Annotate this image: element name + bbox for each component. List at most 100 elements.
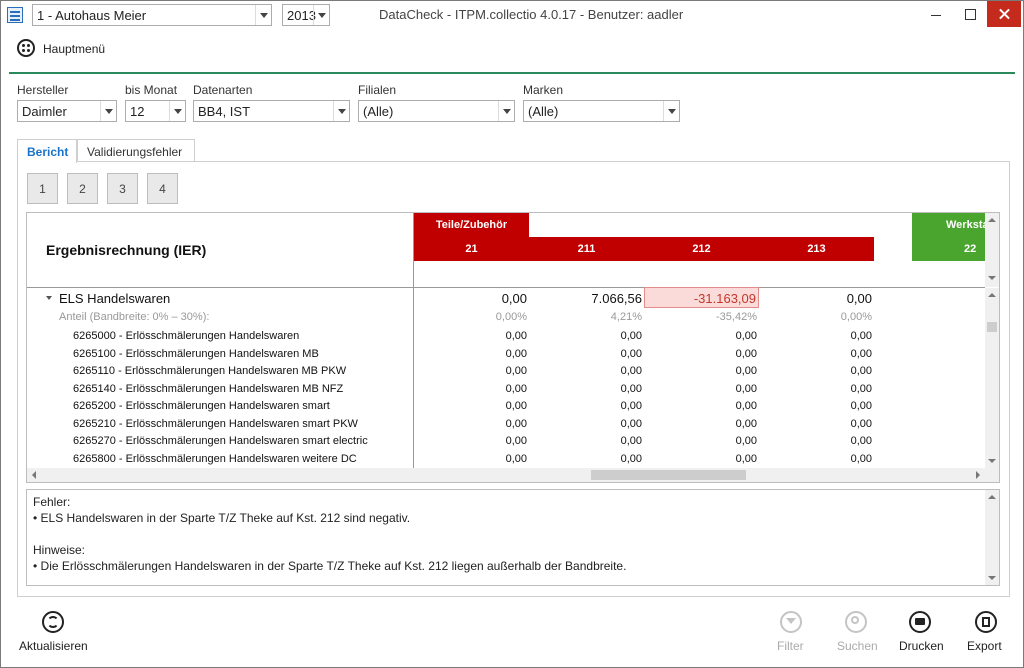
scroll-up-icon[interactable]: [985, 490, 999, 504]
account-value[interactable]: 0,00: [644, 365, 757, 377]
account-value[interactable]: 0,00: [759, 453, 872, 465]
account-value[interactable]: 0,00: [644, 400, 757, 412]
account-value[interactable]: 0,00: [759, 330, 872, 342]
account-value[interactable]: 0,00: [414, 418, 527, 430]
page-4-button[interactable]: 4: [147, 173, 178, 204]
close-button[interactable]: [987, 1, 1021, 27]
column-header-212[interactable]: 212: [644, 237, 759, 261]
account-value[interactable]: 0,00: [529, 348, 642, 360]
account-row-label[interactable]: 6265100 - Erlösschmälerungen Handelsware…: [73, 348, 319, 360]
summary-row-label[interactable]: ELS Handelswaren: [59, 291, 170, 306]
scroll-up-icon[interactable]: [985, 213, 999, 227]
scroll-down-icon[interactable]: [985, 454, 999, 468]
account-value[interactable]: 0,00: [414, 453, 527, 465]
hersteller-select[interactable]: Daimler: [17, 100, 117, 122]
scroll-up-icon[interactable]: [985, 288, 999, 302]
hersteller-label: Hersteller: [17, 83, 69, 97]
account-value[interactable]: 0,00: [759, 365, 872, 377]
filter-button[interactable]: Filter: [771, 611, 811, 659]
account-value[interactable]: 0,00: [759, 400, 872, 412]
bis-monat-select[interactable]: 12: [125, 100, 186, 122]
summary-value[interactable]: 0,00: [414, 291, 527, 306]
year-select[interactable]: 2013: [282, 4, 330, 26]
page-2-button[interactable]: 2: [67, 173, 98, 204]
search-button[interactable]: Suchen: [831, 611, 881, 659]
account-value[interactable]: 0,00: [529, 400, 642, 412]
chevron-down-icon: [333, 101, 349, 121]
scroll-down-icon[interactable]: [985, 271, 999, 285]
account-value[interactable]: 0,00: [759, 418, 872, 430]
title-bar: 1 - Autohaus Meier 2013 DataCheck - ITPM…: [1, 1, 1023, 29]
account-value[interactable]: 0,00: [414, 330, 527, 342]
horizontal-scroll-thumb[interactable]: [591, 470, 746, 480]
collapse-icon[interactable]: [46, 296, 52, 300]
account-value[interactable]: 0,00: [529, 365, 642, 377]
account-value[interactable]: 0,00: [644, 435, 757, 447]
account-value[interactable]: 0,00: [529, 453, 642, 465]
account-value[interactable]: 0,00: [644, 348, 757, 360]
message-panel: Fehler: • ELS Handelswaren in der Sparte…: [26, 489, 1000, 586]
refresh-button[interactable]: Aktualisieren: [15, 611, 91, 659]
column-header-21[interactable]: 21: [414, 237, 529, 261]
account-value[interactable]: 0,00: [414, 348, 527, 360]
account-row-label[interactable]: 6265000 - Erlösschmälerungen Handelsware…: [73, 330, 299, 342]
account-row-label[interactable]: 6265210 - Erlösschmälerungen Handelsware…: [73, 418, 358, 430]
funnel-icon: [780, 611, 802, 633]
marken-select[interactable]: (Alle): [523, 100, 680, 122]
minimize-button[interactable]: [919, 1, 953, 27]
account-value[interactable]: 0,00: [644, 330, 757, 342]
dealer-select[interactable]: 1 - Autohaus Meier: [32, 4, 272, 26]
vertical-scroll-thumb[interactable]: [987, 322, 997, 332]
account-row-label[interactable]: 6265200 - Erlösschmälerungen Handelsware…: [73, 400, 330, 412]
scroll-down-icon[interactable]: [985, 571, 999, 585]
tab-validierungsfehler[interactable]: Validierungsfehler: [77, 139, 195, 162]
scroll-right-icon[interactable]: [971, 468, 985, 482]
account-row-label[interactable]: 6265270 - Erlösschmälerungen Handelsware…: [73, 435, 368, 447]
account-value[interactable]: 0,00: [644, 418, 757, 430]
account-row-label[interactable]: 6265110 - Erlösschmälerungen Handelsware…: [73, 365, 346, 377]
page-3-button[interactable]: 3: [107, 173, 138, 204]
body-vertical-scrollbar[interactable]: [985, 288, 999, 468]
account-value[interactable]: 0,00: [529, 435, 642, 447]
column-header-211[interactable]: 211: [529, 237, 644, 261]
horizontal-scrollbar[interactable]: [27, 468, 999, 482]
summary-value[interactable]: 7.066,56: [529, 291, 642, 306]
message-vertical-scrollbar[interactable]: [985, 490, 999, 585]
account-value[interactable]: 0,00: [759, 383, 872, 395]
filialen-select[interactable]: (Alle): [358, 100, 515, 122]
account-row-label[interactable]: 6265140 - Erlösschmälerungen Handelsware…: [73, 383, 343, 395]
refresh-label: Aktualisieren: [19, 639, 88, 653]
scroll-left-icon[interactable]: [27, 468, 41, 482]
column-header-22[interactable]: 22: [912, 237, 986, 261]
header-vertical-scrollbar[interactable]: [985, 213, 999, 287]
account-value[interactable]: 0,00: [529, 418, 642, 430]
account-value[interactable]: 0,00: [414, 383, 527, 395]
chevron-down-icon: [663, 101, 679, 121]
account-row-label[interactable]: 6265800 - Erlösschmälerungen Handelsware…: [73, 453, 357, 465]
account-value[interactable]: 0,00: [529, 330, 642, 342]
summary-value-error[interactable]: -31.163,09: [644, 287, 759, 308]
hints-heading: Hinweise:: [33, 543, 86, 557]
page-1-button[interactable]: 1: [27, 173, 58, 204]
account-value[interactable]: 0,00: [529, 383, 642, 395]
export-button[interactable]: Export: [963, 611, 1009, 659]
account-value[interactable]: 0,00: [414, 435, 527, 447]
print-button[interactable]: Drucken: [895, 611, 947, 659]
account-value[interactable]: 0,00: [644, 453, 757, 465]
datenarten-select[interactable]: BB4, IST: [193, 100, 350, 122]
bis-monat-value: 12: [130, 104, 145, 119]
account-value[interactable]: 0,00: [414, 400, 527, 412]
tab-bericht[interactable]: Bericht: [17, 139, 77, 163]
column-header-213[interactable]: 213: [759, 237, 874, 261]
menu-bar: Hauptmenü: [1, 29, 1023, 69]
account-value[interactable]: 0,00: [414, 365, 527, 377]
maximize-button[interactable]: [953, 1, 987, 27]
main-menu-button[interactable]: Hauptmenü: [11, 33, 115, 65]
year-select-value: 2013: [287, 8, 316, 23]
summary-value[interactable]: 0,00: [759, 291, 872, 306]
account-value[interactable]: 0,00: [759, 348, 872, 360]
error-message: • ELS Handelswaren in der Sparte T/Z The…: [33, 511, 411, 525]
account-value[interactable]: 0,00: [759, 435, 872, 447]
chevron-down-icon: [313, 5, 329, 25]
account-value[interactable]: 0,00: [644, 383, 757, 395]
